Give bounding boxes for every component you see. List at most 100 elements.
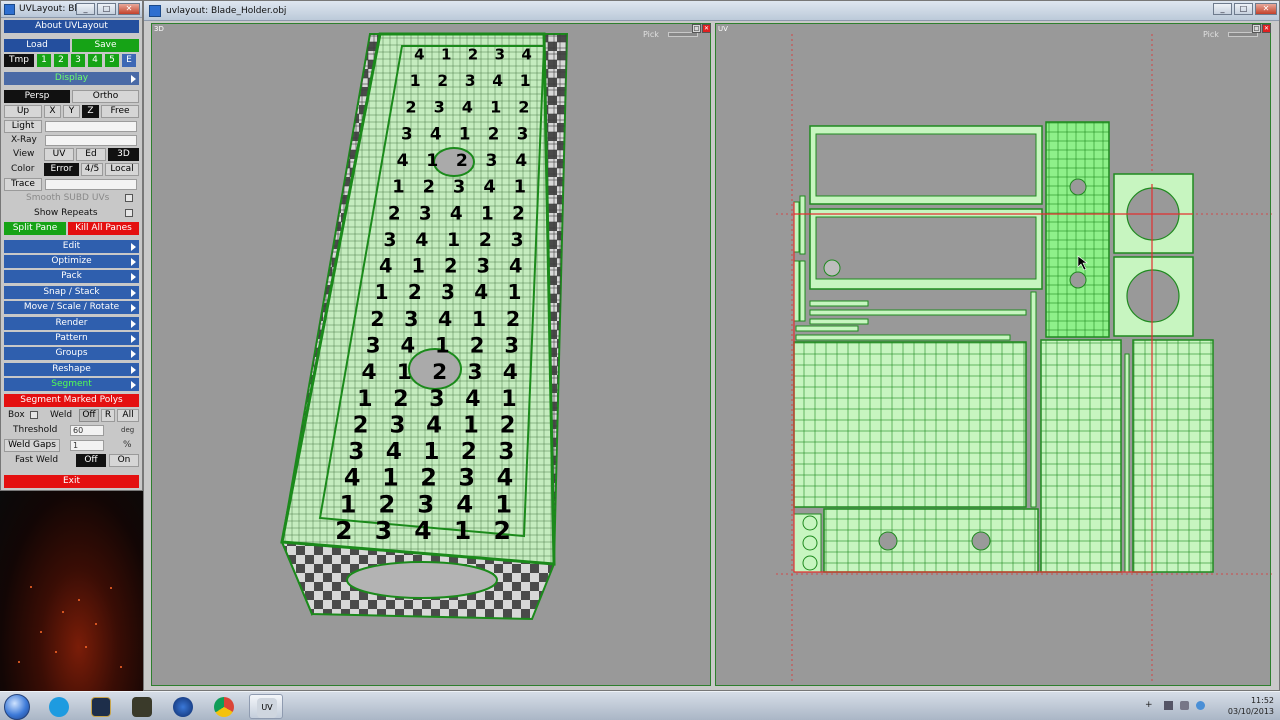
taskbar-blue-app[interactable] [166, 694, 200, 719]
smooth-subd-checkbox[interactable] [125, 194, 133, 202]
weld-r-button[interactable]: R [101, 409, 115, 422]
light-slider[interactable] [45, 121, 137, 132]
axis-y-button[interactable]: Y [63, 105, 80, 118]
kill-all-panes-button[interactable]: Kill All Panes [68, 222, 139, 235]
display-menu[interactable]: Display [4, 72, 139, 85]
maximize-icon[interactable]: □ [1234, 3, 1253, 15]
3d-model-view[interactable]: 4 1 2 3 41 2 3 4 12 3 4 1 23 4 1 2 34 1 2 3 41 2 3 4 12 3 4 1 23 4 1 2 3… [152, 24, 712, 687]
taskbar-skype[interactable] [42, 694, 76, 719]
tray-expand-icon[interactable]: + [1145, 700, 1153, 710]
reshape-menu[interactable]: Reshape [4, 363, 139, 376]
taskbar-app3[interactable] [125, 694, 159, 719]
color-45-button[interactable]: 4/5 [81, 163, 103, 176]
uv-number-cell: 3 [465, 72, 476, 90]
edit-menu[interactable]: Edit [4, 240, 139, 253]
split-pane-button[interactable]: Split Pane [4, 222, 66, 235]
move-scale-rotate-menu[interactable]: Move / Scale / Rotate [4, 301, 139, 314]
threshold-field[interactable]: 60 [70, 425, 104, 436]
trace-slider[interactable] [45, 179, 137, 190]
close-icon[interactable]: ✕ [118, 3, 140, 15]
fast-weld-on-button[interactable]: On [109, 454, 139, 467]
uv-number-cell: 1 [435, 333, 450, 358]
tmp-slot-1[interactable]: 1 [37, 54, 51, 67]
viewport-uv-pane[interactable]: UV Pick □ ✕ [715, 23, 1272, 687]
snap-stack-menu[interactable]: Snap / Stack [4, 286, 139, 299]
start-button[interactable] [4, 694, 30, 720]
uv-number-cell: 1 [514, 177, 526, 198]
weld-gaps-field[interactable]: 1 [70, 440, 104, 451]
axis-x-button[interactable]: X [44, 105, 61, 118]
system-clock[interactable]: 11:52 03/10/2013 [1228, 695, 1274, 717]
ortho-button[interactable]: Ortho [72, 90, 139, 103]
uv-number-cell: 3 [498, 438, 514, 465]
pattern-menu[interactable]: Pattern [4, 332, 139, 345]
tmp-slot-e[interactable]: E [122, 54, 136, 67]
uv-number-cell: 2 [378, 489, 395, 518]
view-3d-button[interactable]: 3D [108, 148, 139, 161]
uv-number-cell: 1 [463, 412, 479, 438]
fast-weld-off-button[interactable]: Off [76, 454, 106, 467]
minimize-icon[interactable]: _ [76, 3, 95, 15]
chevron-right-icon [131, 365, 136, 374]
tray-network-icon[interactable] [1180, 701, 1189, 710]
groups-menu[interactable]: Groups [4, 347, 139, 360]
light-label: Light [4, 120, 42, 133]
view-uv-button[interactable]: UV [44, 148, 74, 161]
maximize-icon[interactable]: □ [97, 3, 116, 15]
show-repeats-checkbox[interactable] [125, 209, 133, 217]
tmp-slot-3[interactable]: 3 [71, 54, 85, 67]
chevron-right-icon [131, 257, 136, 266]
tool-window-titlebar[interactable]: UVLayout: Bl... _ □ ✕ [1, 1, 142, 18]
color-error-button[interactable]: Error [44, 163, 79, 176]
uv-number-cell: 2 [393, 386, 408, 412]
color-local-button[interactable]: Local [105, 163, 139, 176]
free-button[interactable]: Free [101, 105, 139, 118]
view-label: View [13, 149, 35, 159]
uv-number-cell: 3 [511, 229, 524, 251]
segment-marked-polys-button[interactable]: Segment Marked Polys [4, 394, 139, 407]
tool-window: UVLayout: Bl... _ □ ✕ About UVLayout Loa… [0, 0, 143, 491]
optimize-menu[interactable]: Optimize [4, 255, 139, 268]
tmp-slot-5[interactable]: 5 [105, 54, 119, 67]
save-button[interactable]: Save [72, 39, 139, 52]
tray-volume-icon[interactable] [1196, 701, 1205, 710]
pack-menu-label: Pack [61, 271, 82, 281]
taskbar-chrome[interactable] [207, 694, 241, 719]
view-ed-button[interactable]: Ed [76, 148, 106, 161]
persp-button[interactable]: Persp [4, 90, 70, 103]
weld-all-button[interactable]: All [117, 409, 139, 422]
main-window: uvlayout: Blade_Holder.obj _ □ ✕ 3D Pick… [143, 0, 1280, 691]
minimize-icon[interactable]: _ [1213, 3, 1232, 15]
uv-number-cell: 1 [447, 229, 460, 251]
main-window-titlebar[interactable]: uvlayout: Blade_Holder.obj _ □ ✕ [144, 1, 1279, 21]
uv-layout-view[interactable] [716, 24, 1272, 687]
box-checkbox[interactable] [30, 411, 38, 419]
uv-number-cell: 4 [521, 45, 531, 63]
uv-number-cell: 2 [488, 123, 500, 143]
tmp-slot-2[interactable]: 2 [54, 54, 68, 67]
tray-app-icon[interactable] [1164, 701, 1173, 710]
uv-number-cell: 4 [415, 229, 428, 251]
chevron-right-icon [131, 349, 136, 358]
taskbar-uvlayout[interactable]: UV [249, 694, 283, 719]
exit-button[interactable]: Exit [4, 475, 139, 488]
tmp-slot-4[interactable]: 4 [88, 54, 102, 67]
segment-menu[interactable]: Segment [4, 378, 139, 391]
axis-z-button[interactable]: Z [82, 105, 99, 118]
uv-number-cell: 4 [509, 255, 523, 278]
render-menu[interactable]: Render [4, 317, 139, 330]
pack-menu[interactable]: Pack [4, 270, 139, 283]
uvlayout-app-icon [4, 4, 15, 15]
chrome-icon [214, 697, 234, 717]
uv-number-cell: 1 [412, 255, 426, 278]
load-button[interactable]: Load [4, 39, 70, 52]
xray-slider[interactable] [45, 135, 137, 146]
close-icon[interactable]: ✕ [1255, 3, 1277, 15]
uv-number-cell: 3 [517, 123, 529, 143]
uv-number-cell: 1 [459, 123, 471, 143]
up-button[interactable]: Up [4, 105, 42, 118]
viewport-3d-pane[interactable]: 3D Pick □ ✕ 4 1 2 3 4 1 2 3 4 1 2 3 4 1 … [151, 23, 711, 686]
taskbar-lol[interactable] [84, 694, 118, 719]
weld-off-button[interactable]: Off [79, 409, 99, 422]
about-button[interactable]: About UVLayout [4, 20, 139, 33]
